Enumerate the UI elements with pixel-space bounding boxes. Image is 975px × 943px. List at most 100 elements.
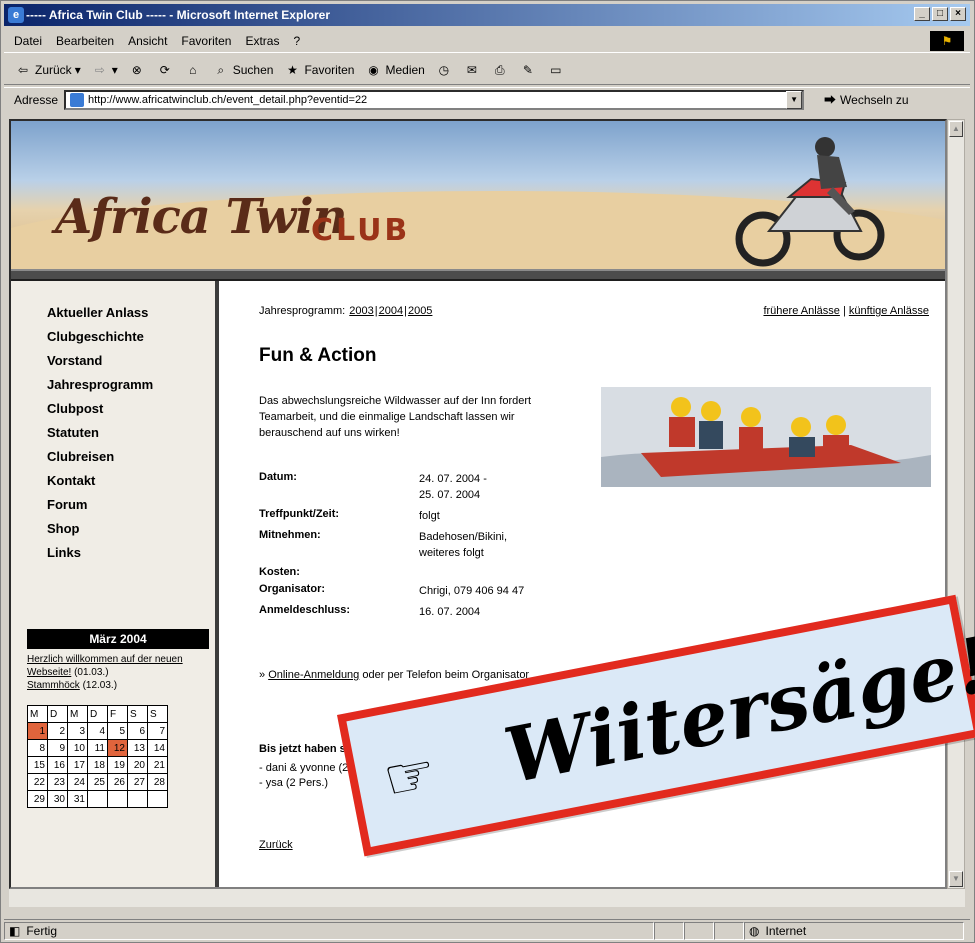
nav-clubgeschichte[interactable]: Clubgeschichte: [47, 329, 153, 347]
horizontal-scroll-area: [9, 889, 965, 907]
media-button[interactable]: ◉ Medien: [364, 61, 425, 79]
history-icon[interactable]: ◷: [435, 61, 453, 79]
favorites-button[interactable]: ★ Favoriten: [283, 61, 354, 79]
home-icon[interactable]: ⌂: [184, 61, 202, 79]
rafting-photo: [601, 387, 931, 487]
calendar-weekday: D: [87, 705, 108, 723]
search-button[interactable]: ⌕ Suchen: [212, 61, 273, 79]
nav-kontakt[interactable]: Kontakt: [47, 473, 153, 491]
year-link-2004[interactable]: 2004: [379, 305, 403, 317]
nav-jahresprogramm[interactable]: Jahresprogramm: [47, 377, 153, 395]
banner: Africa Twin CLUB: [11, 121, 945, 269]
year-links: Jahresprogramm: 2003|2004|2005: [259, 305, 433, 317]
motorcycle-image: [735, 137, 885, 267]
messenger-icon[interactable]: ▭: [547, 61, 565, 79]
calendar-week-row: 8 9 10 11 12 13 14: [27, 739, 168, 757]
calendar-day: 30: [47, 790, 68, 808]
calendar-day: 29: [27, 790, 48, 808]
back-link[interactable]: Zurück: [259, 839, 293, 851]
calendar-week-row: 22 23 24 25 26 27 28: [27, 773, 168, 791]
menu-ansicht[interactable]: Ansicht: [128, 34, 167, 48]
scroll-down-button[interactable]: ▼: [949, 871, 963, 887]
page-status-icon: ◧: [9, 923, 21, 938]
calendar-day: [87, 790, 108, 808]
detail-row: Organisator: Chrigi, 079 406 94 47: [259, 583, 524, 599]
year-link-2003[interactable]: 2003: [349, 305, 373, 317]
calendar-day: 10: [67, 739, 88, 757]
calendar-day-highlighted[interactable]: 1: [27, 722, 48, 740]
calendar-day: 19: [107, 756, 128, 774]
calendar-day: 14: [147, 739, 168, 757]
main-nav: Aktueller Anlass Clubgeschichte Vorstand…: [47, 305, 153, 563]
calendar-day: 7: [147, 722, 168, 740]
nav-aktueller-anlass[interactable]: Aktueller Anlass: [47, 305, 153, 323]
calendar-note: Herzlich willkommen auf der neuen Websei…: [27, 654, 183, 678]
calendar-day: 21: [147, 756, 168, 774]
media-icon: ◉: [368, 62, 379, 77]
calendar-week-row: 29 30 31: [27, 790, 168, 808]
edit-icon[interactable]: ✎: [519, 61, 537, 79]
nav-statuten[interactable]: Statuten: [47, 425, 153, 443]
calendar-day: [147, 790, 168, 808]
scroll-up-button[interactable]: ▲: [949, 121, 963, 137]
address-dropdown-button[interactable]: ▼: [786, 90, 803, 109]
go-button[interactable]: ⮕ Wechseln zu: [824, 91, 909, 108]
nav-vorstand[interactable]: Vorstand: [47, 353, 153, 371]
online-signup-link[interactable]: Online-Anmeldung: [268, 669, 359, 681]
stop-icon[interactable]: ⊗: [128, 61, 146, 79]
menu-help[interactable]: ?: [293, 34, 300, 48]
menu-datei[interactable]: Datei: [14, 34, 42, 48]
detail-label: Datum:: [259, 471, 297, 483]
calendar-day: 27: [127, 773, 148, 791]
nav-clubreisen[interactable]: Clubreisen: [47, 449, 153, 467]
maximize-button[interactable]: □: [932, 7, 948, 21]
calendar-day: 6: [127, 722, 148, 740]
logo-text: Africa Twin: [55, 189, 348, 245]
calendar-day-highlighted[interactable]: 12: [107, 739, 128, 757]
calendar-day: 18: [87, 756, 108, 774]
address-url: http://www.africatwinclub.ch/event_detai…: [88, 93, 368, 106]
calendar-note-link[interactable]: Stammhöck: [27, 680, 80, 691]
refresh-icon[interactable]: ⟳: [156, 61, 174, 79]
detail-row: Anmeldeschluss: 16. 07. 2004: [259, 604, 524, 620]
banner-separator: [11, 269, 945, 281]
back-button[interactable]: ⇦ Zurück ▾: [14, 61, 81, 79]
close-button[interactable]: ×: [950, 7, 966, 21]
detail-label: Anmeldeschluss:: [259, 604, 351, 616]
menu-favoriten[interactable]: Favoriten: [181, 34, 231, 48]
detail-label: Treffpunkt/Zeit:: [259, 508, 340, 520]
calendar-weekday: M: [27, 705, 48, 723]
status-cell: [684, 921, 714, 940]
calendar-weekday-row: M D M D F S S: [27, 705, 168, 723]
nav-forum[interactable]: Forum: [47, 497, 153, 515]
nav-shop[interactable]: Shop: [47, 521, 153, 539]
menu-extras[interactable]: Extras: [245, 34, 279, 48]
future-events-link[interactable]: künftige Anlässe: [849, 305, 929, 317]
vertical-scrollbar[interactable]: ▲ ▼: [947, 119, 965, 889]
forward-button[interactable]: ⇨ ▾: [91, 61, 118, 79]
detail-row: Datum: 24. 07. 2004 - 25. 07. 2004: [259, 471, 524, 503]
calendar-day: 31: [67, 790, 88, 808]
detail-row: Mitnehmen: Badehosen/Bikini, weiteres fol…: [259, 529, 524, 561]
calendar-day: 24: [67, 773, 88, 791]
detail-value: 24. 07. 2004 - 25. 07. 2004: [419, 473, 487, 501]
calendar-day: 28: [147, 773, 168, 791]
calendar-day: 2: [47, 722, 68, 740]
back-arrow-icon: ⇦: [17, 62, 29, 77]
status-cell: [714, 921, 744, 940]
years-label: Jahresprogramm:: [259, 305, 346, 317]
calendar-notes: Herzlich willkommen auf der neuen Websei…: [27, 653, 213, 692]
print-icon[interactable]: ⎙: [491, 61, 509, 79]
year-link-2005[interactable]: 2005: [408, 305, 432, 317]
earlier-events-link[interactable]: frühere Anlässe: [763, 305, 839, 317]
menu-bearbeiten[interactable]: Bearbeiten: [56, 34, 114, 48]
nav-clubpost[interactable]: Clubpost: [47, 401, 153, 419]
mail-icon[interactable]: ✉: [463, 61, 481, 79]
search-icon: ⌕: [217, 62, 225, 77]
calendar-grid: M D M D F S S 1 2 3 4 5 6 7 8 9 10 11 12…: [27, 705, 168, 808]
calendar-weekday: D: [47, 705, 68, 723]
calendar-month-header: März 2004: [27, 629, 209, 649]
nav-links[interactable]: Links: [47, 545, 153, 563]
address-input[interactable]: http://www.africatwinclub.ch/event_detai…: [64, 89, 805, 110]
minimize-button[interactable]: _: [914, 7, 930, 21]
